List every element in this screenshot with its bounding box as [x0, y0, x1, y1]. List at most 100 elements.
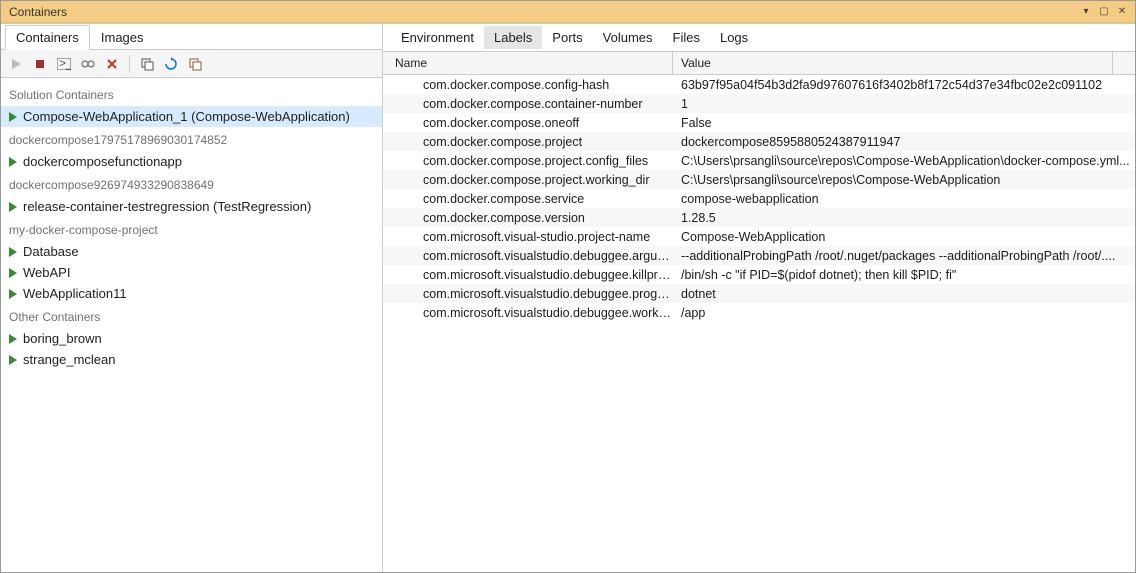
right-pane: EnvironmentLabelsPortsVolumesFilesLogs N… — [383, 24, 1135, 572]
column-value[interactable]: Value — [673, 52, 1113, 74]
label-value: C:\Users\prsangli\source\repos\Compose-W… — [673, 173, 1135, 187]
tree-section-header: my-docker-compose-project — [1, 217, 382, 241]
container-item[interactable]: boring_brown — [1, 328, 382, 349]
running-icon — [9, 268, 17, 278]
detail-tab-volumes[interactable]: Volumes — [593, 26, 663, 49]
label-value: Compose-WebApplication — [673, 230, 1135, 244]
label-value: False — [673, 116, 1135, 130]
labels-table-header: Name Value — [383, 52, 1135, 75]
table-row[interactable]: com.docker.compose.container-number1 — [383, 94, 1135, 113]
table-row[interactable]: com.docker.compose.servicecompose-webapp… — [383, 189, 1135, 208]
label-name: com.docker.compose.project.config_files — [383, 154, 673, 168]
containers-toolbar: >_ — [1, 50, 382, 78]
detail-tabs: EnvironmentLabelsPortsVolumesFilesLogs — [383, 24, 1135, 52]
label-name: com.docker.compose.config-hash — [383, 78, 673, 92]
container-label: Compose-WebApplication_1 (Compose-WebApp… — [23, 109, 350, 124]
running-icon — [9, 247, 17, 257]
window-title: Containers — [5, 5, 67, 19]
label-name: com.docker.compose.oneoff — [383, 116, 673, 130]
container-item[interactable]: WebAPI — [1, 262, 382, 283]
label-value: 1 — [673, 97, 1135, 111]
label-name: com.microsoft.visualstudio.debuggee.kill… — [383, 268, 673, 282]
label-value: --additionalProbingPath /root/.nuget/pac… — [673, 249, 1135, 263]
container-item[interactable]: WebApplication11 — [1, 283, 382, 304]
copy-button[interactable] — [136, 53, 158, 75]
detail-tab-files[interactable]: Files — [663, 26, 710, 49]
running-icon — [9, 202, 17, 212]
left-tab-containers[interactable]: Containers — [5, 25, 90, 50]
table-row[interactable]: com.docker.compose.project.working_dirC:… — [383, 170, 1135, 189]
table-row[interactable]: com.docker.compose.oneoffFalse — [383, 113, 1135, 132]
table-row[interactable]: com.microsoft.visualstudio.debuggee.prog… — [383, 284, 1135, 303]
container-item[interactable]: Database — [1, 241, 382, 262]
left-pane: ContainersImages >_ — [1, 24, 383, 572]
container-label: Database — [23, 244, 79, 259]
label-value: dockercompose8595880524387911947 — [673, 135, 1135, 149]
container-label: dockercomposefunctionapp — [23, 154, 182, 169]
label-name: com.microsoft.visualstudio.debuggee.prog… — [383, 287, 673, 301]
table-row[interactable]: com.microsoft.visualstudio.debuggee.work… — [383, 303, 1135, 322]
column-name[interactable]: Name — [383, 52, 673, 74]
prune-button[interactable] — [184, 53, 206, 75]
container-label: release-container-testregression (TestRe… — [23, 199, 311, 214]
stop-button[interactable] — [29, 53, 51, 75]
svg-text:>_: >_ — [59, 58, 71, 70]
refresh-button[interactable] — [160, 53, 182, 75]
toolbar-separator — [129, 55, 130, 73]
label-name: com.docker.compose.version — [383, 211, 673, 225]
table-row[interactable]: com.microsoft.visual-studio.project-name… — [383, 227, 1135, 246]
table-row[interactable]: com.docker.compose.version1.28.5 — [383, 208, 1135, 227]
column-spacer — [1113, 52, 1135, 74]
detail-tab-labels[interactable]: Labels — [484, 26, 542, 49]
table-row[interactable]: com.docker.compose.project.config_filesC… — [383, 151, 1135, 170]
label-name: com.docker.compose.project.working_dir — [383, 173, 673, 187]
titlebar[interactable]: Containers ▾ ▢ ✕ — [1, 1, 1135, 23]
start-button[interactable] — [5, 53, 27, 75]
container-label: WebApplication11 — [23, 286, 127, 301]
container-item[interactable]: dockercomposefunctionapp — [1, 151, 382, 172]
terminal-button[interactable]: >_ — [53, 53, 75, 75]
running-icon — [9, 289, 17, 299]
label-value: 63b97f95a04f54b3d2fa9d97607616f3402b8f17… — [673, 78, 1135, 92]
running-icon — [9, 112, 17, 122]
label-name: com.docker.compose.service — [383, 192, 673, 206]
attach-button[interactable] — [77, 53, 99, 75]
maximize-icon[interactable]: ▢ — [1097, 5, 1111, 19]
table-row[interactable]: com.docker.compose.config-hash63b97f95a0… — [383, 75, 1135, 94]
label-value: 1.28.5 — [673, 211, 1135, 225]
detail-tab-environment[interactable]: Environment — [391, 26, 484, 49]
container-label: strange_mclean — [23, 352, 116, 367]
container-label: WebAPI — [23, 265, 70, 280]
left-tab-images[interactable]: Images — [90, 25, 155, 49]
close-icon[interactable]: ✕ — [1115, 5, 1129, 19]
tree-section-header: dockercompose17975178969030174852 — [1, 127, 382, 151]
label-name: com.microsoft.visualstudio.debuggee.work… — [383, 306, 673, 320]
tree-section-header: Solution Containers — [1, 82, 382, 106]
label-value: /app — [673, 306, 1135, 320]
detail-tab-ports[interactable]: Ports — [542, 26, 592, 49]
label-value: dotnet — [673, 287, 1135, 301]
table-row[interactable]: com.docker.compose.projectdockercompose8… — [383, 132, 1135, 151]
remove-button[interactable] — [101, 53, 123, 75]
running-icon — [9, 355, 17, 365]
left-pane-tabs: ContainersImages — [1, 24, 382, 50]
label-name: com.docker.compose.container-number — [383, 97, 673, 111]
table-row[interactable]: com.microsoft.visualstudio.debuggee.argu… — [383, 246, 1135, 265]
container-label: boring_brown — [23, 331, 102, 346]
label-name: com.docker.compose.project — [383, 135, 673, 149]
tree-section-header: dockercompose926974933290838649 — [1, 172, 382, 196]
table-row[interactable]: com.microsoft.visualstudio.debuggee.kill… — [383, 265, 1135, 284]
tree-section-header: Other Containers — [1, 304, 382, 328]
labels-table-body[interactable]: com.docker.compose.config-hash63b97f95a0… — [383, 75, 1135, 572]
dropdown-icon[interactable]: ▾ — [1079, 5, 1093, 19]
container-item[interactable]: strange_mclean — [1, 349, 382, 370]
container-item[interactable]: Compose-WebApplication_1 (Compose-WebApp… — [1, 106, 382, 127]
label-name: com.microsoft.visual-studio.project-name — [383, 230, 673, 244]
label-value: compose-webapplication — [673, 192, 1135, 206]
detail-tab-logs[interactable]: Logs — [710, 26, 758, 49]
label-value: /bin/sh -c "if PID=$(pidof dotnet); then… — [673, 268, 1135, 282]
running-icon — [9, 157, 17, 167]
container-item[interactable]: release-container-testregression (TestRe… — [1, 196, 382, 217]
containers-tree[interactable]: Solution Containers Compose-WebApplicatio… — [1, 78, 382, 572]
label-name: com.microsoft.visualstudio.debuggee.argu… — [383, 249, 673, 263]
